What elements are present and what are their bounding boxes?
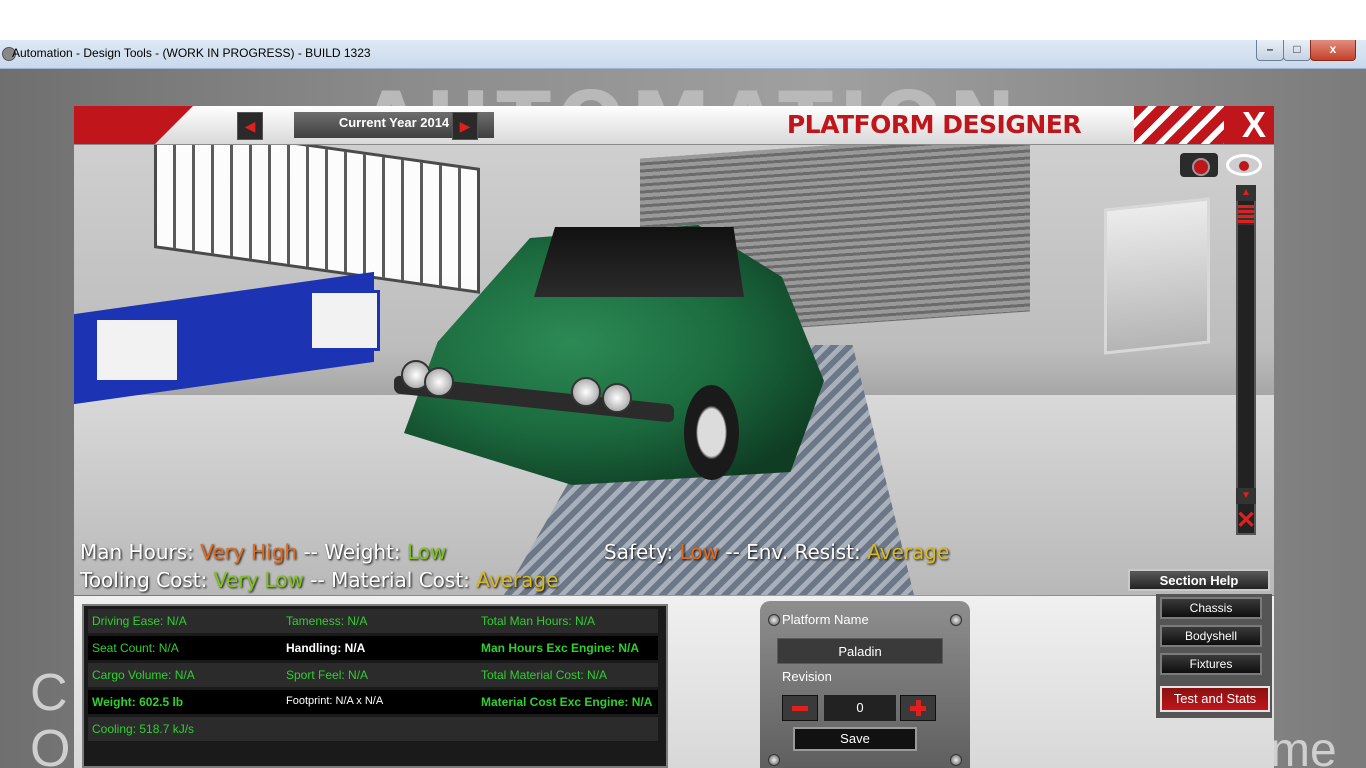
menu-chassis[interactable]: Chassis bbox=[1160, 597, 1262, 619]
separator: -- bbox=[303, 540, 318, 564]
designer-close-button[interactable]: X bbox=[1234, 106, 1274, 144]
env-resist-value: Average bbox=[867, 540, 950, 564]
stats-row: Cooling: 518.7 kJ/s bbox=[88, 717, 658, 741]
car-windshield bbox=[534, 227, 744, 297]
man-hours-label: Man Hours: bbox=[80, 540, 194, 564]
stat-driving-ease: Driving Ease: N/A bbox=[92, 614, 187, 628]
header-stripe-left bbox=[74, 106, 193, 144]
car-headlight bbox=[424, 367, 454, 397]
workbench-cabinet bbox=[309, 290, 380, 351]
safety-label: Safety: bbox=[604, 540, 674, 564]
stat-footprint: Footprint: N/A x N/A bbox=[286, 695, 384, 707]
stat-cargo-volume: Cargo Volume: N/A bbox=[92, 668, 195, 682]
screw-icon bbox=[768, 614, 780, 626]
revision-decrement-button[interactable] bbox=[782, 695, 818, 721]
stats-row: Cargo Volume: N/A Sport Feel: N/A Total … bbox=[88, 663, 658, 687]
platform-name-input[interactable]: Paladin bbox=[777, 638, 943, 664]
weight-label: Weight: bbox=[324, 540, 401, 564]
stat-material-cost-exc-engine: Material Cost Exc Engine: N/A bbox=[481, 695, 653, 709]
background-right-text: me bbox=[1270, 724, 1337, 768]
separator: -- bbox=[310, 568, 325, 592]
summary-line-1: Man Hours: Very High -- Weight: Low bbox=[80, 540, 446, 564]
car-wheel bbox=[684, 385, 739, 480]
separator: -- bbox=[725, 540, 740, 564]
camera-icon[interactable] bbox=[1180, 153, 1218, 177]
safety-value: Low bbox=[679, 540, 720, 564]
stat-handling: Handling: N/A bbox=[286, 641, 366, 655]
man-hours-value: Very High bbox=[200, 540, 298, 564]
garage-window bbox=[154, 145, 480, 294]
stat-sport-feel: Sport Feel: N/A bbox=[286, 668, 369, 682]
stat-cooling: Cooling: 518.7 kJ/s bbox=[92, 722, 195, 736]
stat-total-man-hours: Total Man Hours: N/A bbox=[481, 614, 596, 628]
stats-row: Weight: 602.5 lb Footprint: N/A x N/A Ma… bbox=[88, 690, 658, 714]
window-close-button[interactable]: x bbox=[1310, 40, 1356, 61]
save-button[interactable]: Save bbox=[793, 727, 917, 751]
menu-bodyshell[interactable]: Bodyshell bbox=[1160, 625, 1262, 647]
revision-increment-button[interactable] bbox=[900, 695, 936, 721]
workbench-cabinet bbox=[94, 317, 180, 383]
menu-test-and-stats[interactable]: Test and Stats bbox=[1160, 686, 1270, 712]
stat-tameness: Tameness: N/A bbox=[286, 614, 368, 628]
env-resist-label: Env. Resist: bbox=[746, 540, 861, 564]
designer-header: Current Year 2014 ◀ ▶ PLATFORM DESIGNER … bbox=[74, 106, 1274, 146]
revision-value: 0 bbox=[824, 695, 896, 721]
summary-line-3: Tooling Cost: Very Low -- Material Cost:… bbox=[80, 568, 558, 592]
stat-man-hours-exc-engine: Man Hours Exc Engine: N/A bbox=[481, 641, 640, 655]
car-headlight bbox=[602, 383, 632, 413]
stats-table: Driving Ease: N/A Tameness: N/A Total Ma… bbox=[82, 604, 668, 768]
minimize-button[interactable]: – bbox=[1256, 40, 1284, 61]
stat-total-material-cost: Total Material Cost: N/A bbox=[481, 668, 608, 682]
platform-name-label: Platform Name bbox=[782, 612, 869, 627]
material-cost-value: Average bbox=[476, 568, 559, 592]
background-left-text: C O bbox=[30, 664, 71, 768]
zoom-slider-track[interactable] bbox=[1236, 185, 1256, 535]
window-title: Automation - Design Tools - (WORK IN PRO… bbox=[12, 46, 371, 60]
weight-value: Low bbox=[407, 540, 447, 564]
screw-icon bbox=[950, 614, 962, 626]
stat-seat-count: Seat Count: N/A bbox=[92, 641, 179, 655]
window-titlebar[interactable]: Automation - Design Tools - (WORK IN PRO… bbox=[0, 40, 1366, 69]
zoom-slider-thumb[interactable] bbox=[1238, 205, 1254, 225]
year-next-button[interactable]: ▶ bbox=[452, 112, 478, 140]
zoom-up-button[interactable]: ▲ bbox=[1236, 185, 1256, 201]
tooling-cost-label: Tooling Cost: bbox=[80, 568, 208, 592]
car-headlight bbox=[571, 377, 601, 407]
revision-label: Revision bbox=[782, 669, 832, 684]
material-cost-label: Material Cost: bbox=[331, 568, 470, 592]
summary-line-2: Safety: Low -- Env. Resist: Average bbox=[604, 540, 949, 564]
stats-row: Seat Count: N/A Handling: N/A Man Hours … bbox=[88, 636, 658, 660]
year-prev-button[interactable]: ◀ bbox=[237, 112, 263, 140]
section-help-button[interactable]: Section Help bbox=[1128, 569, 1270, 591]
car-3d-viewport[interactable]: ▲ ▼ ✕ bbox=[74, 145, 1274, 595]
reset-view-icon[interactable]: ✕ bbox=[1230, 509, 1262, 533]
page-title: PLATFORM DESIGNER bbox=[786, 110, 1082, 139]
eye-icon[interactable] bbox=[1226, 154, 1262, 176]
screw-icon bbox=[768, 754, 780, 766]
zoom-down-button[interactable]: ▼ bbox=[1236, 488, 1256, 504]
stats-row: Driving Ease: N/A Tameness: N/A Total Ma… bbox=[88, 609, 658, 633]
screw-icon bbox=[950, 754, 962, 766]
tooling-cost-value: Very Low bbox=[213, 568, 304, 592]
stat-weight: Weight: 602.5 lb bbox=[92, 695, 184, 709]
maximize-button[interactable]: □ bbox=[1283, 40, 1311, 61]
menu-fixtures[interactable]: Fixtures bbox=[1160, 653, 1262, 675]
back-door bbox=[1104, 197, 1210, 355]
